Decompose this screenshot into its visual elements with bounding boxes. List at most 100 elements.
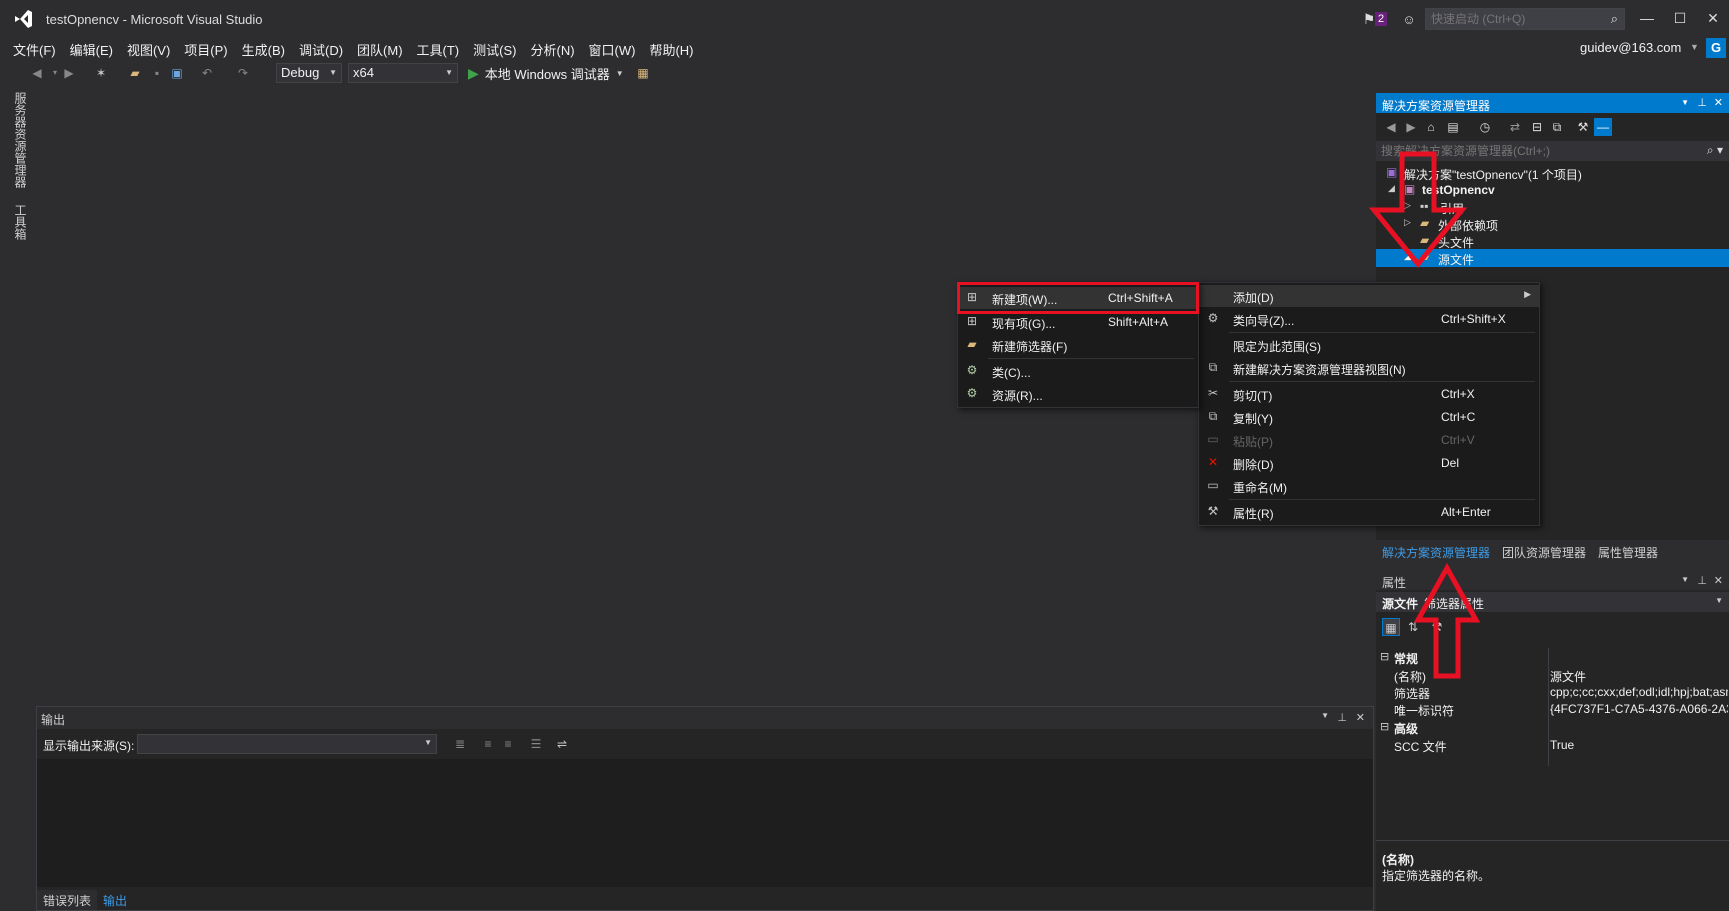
wrench-icon[interactable]: ⚒ — [1574, 118, 1592, 136]
close-button[interactable]: ✕ — [1696, 6, 1729, 30]
output-text-area[interactable] — [37, 759, 1373, 887]
menu-item-new-explorer-view[interactable]: ⧉ 新建解决方案资源管理器视图(N) — [1199, 357, 1539, 379]
delete-icon: ✕ — [1207, 455, 1219, 469]
configuration-select[interactable]: Debug ▼ — [276, 63, 342, 83]
property-row[interactable]: 筛选器 cpp;c;cc;cxx;def;odl;idl;hpj;bat;asm… — [1376, 683, 1729, 701]
property-row[interactable]: SCC 文件 True — [1376, 736, 1729, 754]
chevron-down-icon[interactable]: ▼ — [1681, 98, 1689, 107]
property-category-advanced[interactable]: ⊟ 高级 — [1376, 718, 1729, 736]
menu-help[interactable]: 帮助(H) — [642, 36, 700, 60]
menu-item-existing-item[interactable]: ⊞ 现有项(G)... Shift+Alt+A — [958, 311, 1198, 333]
back-icon[interactable]: ◀ — [1382, 118, 1400, 136]
find-previous-icon[interactable]: ≡ — [479, 735, 497, 753]
property-row[interactable]: 唯一标识符 {4FC737F1-C7A5-4376-A066-2A32D752A… — [1376, 700, 1729, 718]
close-icon[interactable]: ✕ — [1356, 711, 1365, 724]
menu-item-scope-to-this[interactable]: 限定为此范围(S) — [1199, 334, 1539, 356]
chevron-down-icon[interactable]: ▼ — [1681, 575, 1689, 584]
tab-error-list[interactable]: 错误列表 — [37, 890, 98, 910]
start-debugger-label: 本地 Windows 调试器 — [484, 66, 610, 82]
chevron-down-icon[interactable]: ▼ — [1321, 711, 1329, 720]
property-value[interactable]: cpp;c;cc;cxx;def;odl;idl;hpj;bat;asm;asm… — [1550, 685, 1728, 699]
start-debugging-button[interactable]: ▶ 本地 Windows 调试器 ▼ — [468, 63, 624, 83]
maximize-button[interactable]: ☐ — [1663, 6, 1697, 30]
quick-launch-input[interactable] — [1426, 9, 1598, 29]
quick-launch-box[interactable]: ⌕ — [1425, 8, 1625, 30]
menu-item-class-wizard[interactable]: ⚙ 类向导(Z)... Ctrl+Shift+X — [1199, 308, 1539, 330]
collapse-icon[interactable]: ⊟ — [1380, 650, 1389, 663]
categorized-icon[interactable]: ▦ — [1382, 618, 1400, 636]
search-icon[interactable]: ⌕ ▾ — [1707, 143, 1723, 158]
configuration-value: Debug — [281, 65, 320, 80]
back-icon[interactable]: ◀ — [28, 64, 46, 82]
home-icon[interactable]: ⌂ — [1422, 118, 1440, 136]
menu-item-label: 现有项(G)... — [992, 317, 1056, 331]
pending-changes-icon[interactable]: ◷ — [1476, 118, 1494, 136]
collapse-all-icon[interactable]: ⊟ — [1528, 118, 1546, 136]
find-next-icon[interactable]: ≡ — [499, 735, 517, 753]
menu-item-class[interactable]: ⚙ 类(C)... — [958, 360, 1198, 382]
property-value[interactable]: True — [1550, 738, 1728, 752]
property-value[interactable]: {4FC737F1-C7A5-4376-A066-2A32D752A2FF} — [1550, 702, 1728, 716]
property-grid-divider[interactable] — [1548, 648, 1549, 766]
menu-file[interactable]: 文件(F) — [6, 36, 63, 60]
menu-project[interactable]: 项目(P) — [177, 36, 234, 60]
collapse-icon[interactable]: ⊟ — [1380, 720, 1389, 733]
close-icon[interactable]: ✕ — [1714, 96, 1723, 109]
new-project-icon[interactable]: ✶ — [92, 64, 110, 82]
menu-window[interactable]: 窗口(W) — [582, 36, 643, 60]
open-file-icon[interactable]: ▰ — [126, 64, 144, 82]
menu-item-add[interactable]: 添加(D) ▶ — [1199, 285, 1539, 307]
user-account-name[interactable]: guidev@163.com — [1580, 40, 1681, 55]
platform-select[interactable]: x64 ▼ — [348, 63, 458, 83]
sync-icon[interactable]: ⇄ — [1506, 118, 1524, 136]
undo-icon[interactable]: ↶ — [198, 64, 216, 82]
pin-icon[interactable]: ⊥ — [1337, 711, 1347, 724]
menu-item-label: 重命名(M) — [1233, 481, 1287, 495]
switch-views-icon[interactable]: ▤ — [1444, 118, 1462, 136]
menu-item-copy[interactable]: ⧉ 复制(Y) Ctrl+C — [1199, 406, 1539, 428]
menu-item-properties[interactable]: ⚒ 属性(R) Alt+Enter — [1199, 501, 1539, 523]
search-icon[interactable]: ⌕ — [1611, 11, 1618, 27]
menu-tools[interactable]: 工具(T) — [410, 36, 467, 60]
forward-icon[interactable]: ▶ — [60, 64, 78, 82]
notification-count-badge[interactable]: 2 — [1375, 12, 1388, 26]
feedback-icon[interactable]: ☺ — [1400, 10, 1418, 28]
server-explorer-tab[interactable]: 服务器资源管理器 — [12, 92, 29, 188]
toolbox-tab[interactable]: 工具箱 — [12, 204, 29, 240]
go-to-line-icon[interactable]: ≣ — [451, 735, 469, 753]
redo-icon[interactable]: ↷ — [234, 64, 252, 82]
avatar[interactable]: G — [1706, 38, 1726, 58]
menu-item-new-filter[interactable]: ▰ 新建筛选器(F) — [958, 334, 1198, 356]
tab-output[interactable]: 输出 — [97, 890, 134, 910]
pin-icon[interactable]: ⊥ — [1697, 96, 1707, 109]
word-wrap-icon[interactable]: ⇌ — [553, 735, 571, 753]
preview-icon[interactable]: — — [1594, 118, 1612, 136]
attach-process-icon[interactable]: ▦ — [634, 64, 652, 82]
menu-team[interactable]: 团队(M) — [350, 36, 410, 60]
menu-view[interactable]: 视图(V) — [120, 36, 177, 60]
menu-edit[interactable]: 编辑(E) — [63, 36, 120, 60]
menu-build[interactable]: 生成(B) — [235, 36, 292, 60]
menu-item-resource[interactable]: ⚙ 资源(R)... — [958, 383, 1198, 405]
menu-item-rename[interactable]: ▭ 重命名(M) — [1199, 475, 1539, 497]
save-all-icon[interactable]: ▣ — [168, 64, 186, 82]
paste-icon: ▭ — [1207, 432, 1219, 446]
tab-property-manager[interactable]: 属性管理器 — [1592, 541, 1664, 561]
menu-item-cut[interactable]: ✂ 剪切(T) Ctrl+X — [1199, 383, 1539, 405]
save-icon[interactable]: ▪ — [148, 64, 166, 82]
menu-item-label: 删除(D) — [1233, 458, 1274, 472]
menu-item-delete[interactable]: ✕ 删除(D) Del — [1199, 452, 1539, 474]
minimize-button[interactable]: — — [1630, 6, 1664, 30]
menu-test[interactable]: 测试(S) — [466, 36, 523, 60]
chevron-down-icon[interactable]: ▼ — [1690, 42, 1699, 52]
tab-solution-explorer[interactable]: 解决方案资源管理器 — [1376, 541, 1496, 561]
forward-icon[interactable]: ▶ — [1402, 118, 1420, 136]
output-source-select[interactable]: ▼ — [137, 734, 437, 754]
close-icon[interactable]: ✕ — [1714, 574, 1723, 587]
menu-debug[interactable]: 调试(D) — [292, 36, 350, 60]
tab-team-explorer[interactable]: 团队资源管理器 — [1496, 541, 1592, 561]
menu-analyze[interactable]: 分析(N) — [523, 36, 581, 60]
pin-icon[interactable]: ⊥ — [1697, 574, 1707, 587]
show-all-files-icon[interactable]: ⧉ — [1548, 118, 1566, 136]
clear-all-icon[interactable]: ☰ — [527, 735, 545, 753]
